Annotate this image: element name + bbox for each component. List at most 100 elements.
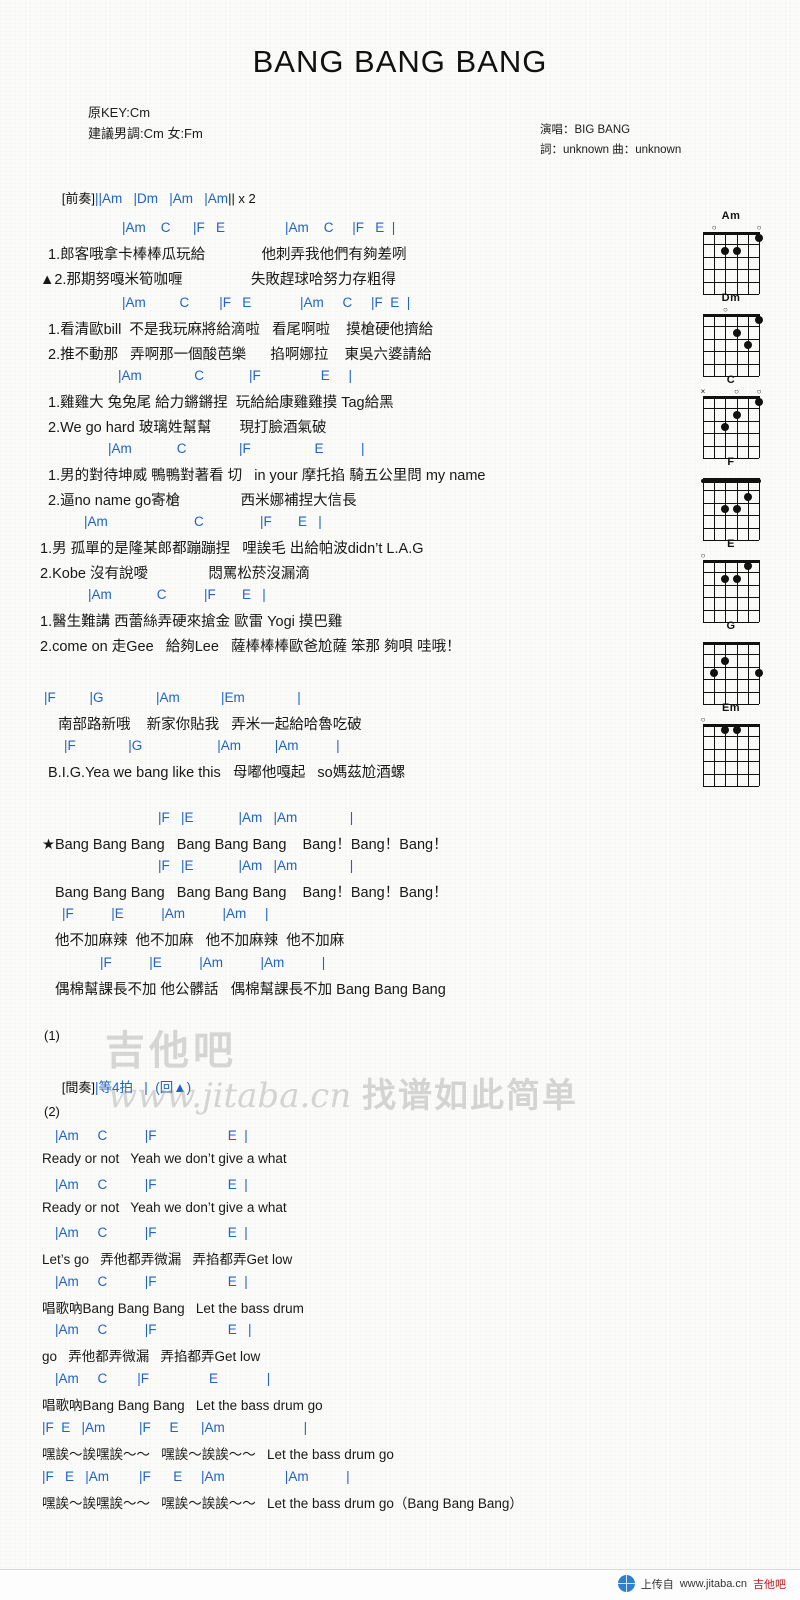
open-string-icon: ○ xyxy=(700,551,706,560)
verse-5-lyric-1: 1.男 孤單的是隆某郎都蹦蹦捏 哩誒毛 出給帕波didn’t L.A.G xyxy=(40,541,424,557)
outro-7-lyric: 嘿誒～誒嘿誒～～ 嘿誒～誒誒～～ Let the bass drum go xyxy=(42,1447,394,1462)
verse-6-chords: |Am C |F E | xyxy=(88,587,266,602)
verse-1-lyric-1: 1.郎客哦拿卡棒棒瓜玩給 他刺弄我他們有夠差咧 xyxy=(48,247,407,263)
finger-dot xyxy=(743,492,752,501)
finger-dot xyxy=(732,726,741,735)
chord-open-mute-marks: ○ xyxy=(700,551,759,560)
chord-diagram-name: C xyxy=(726,374,736,386)
verse-6-lyric-2: 2.come on 走Gee 給夠Lee 薩棒棒棒歐爸尬薩 笨那 夠唄 哇哦！ xyxy=(40,639,461,655)
outro-6-lyric: 唱歌吶Bang Bang Bang Let the bass drum go xyxy=(42,1398,323,1413)
watermark-tagline: 找谱如此简单 xyxy=(362,1076,579,1116)
interlude-number-2: (2) xyxy=(44,1104,60,1119)
finger-dot xyxy=(721,656,730,665)
interlude-number-1: (1) xyxy=(44,1028,60,1043)
open-string-icon: ○ xyxy=(756,387,762,396)
outro-3-chords: |Am C |F E | xyxy=(55,1225,248,1240)
finger-dot xyxy=(732,328,741,337)
outro-1-chords: |Am C |F E | xyxy=(55,1128,248,1143)
chord-diagram-name: E xyxy=(727,538,735,550)
finger-dot xyxy=(732,505,741,513)
open-string-icon: ○ xyxy=(734,387,740,396)
verse-3-lyric-1: 1.雞雞大 兔兔尾 給力鏘鏘捏 玩給給康雞雞摸 Tag給黑 xyxy=(48,395,394,411)
bridge-2-lyric: B.I.G.Yea we bang like this 母嘟他嘎起 so媽茲尬酒… xyxy=(48,765,406,781)
finger-dot xyxy=(743,341,752,349)
outro-3-lyric: Let’s go 弄他都弄微漏 弄掐都弄Get low xyxy=(42,1252,293,1267)
original-key: 原KEY:Cm xyxy=(88,105,151,120)
page-footer: 上传自 www.jitaba.cn 吉他吧 xyxy=(0,1569,800,1600)
chord-diagram-c: C × ○ ○ xyxy=(688,374,774,459)
chord-diagram-e: E ○ xyxy=(688,538,774,623)
verse-1-lyric-2: ▲2.那期努嘎米筍咖喱 失敗趕球哈努力存粗得 xyxy=(40,272,396,288)
finger-dot xyxy=(755,398,763,407)
verse-2-lyric-1: 1.看清歐bill 不是我玩麻將給滴啦 看尾啊啦 摸槍硬他擠給 xyxy=(48,322,434,338)
chord-diagram-am: Am ○ ○ xyxy=(688,210,774,295)
globe-icon xyxy=(617,1575,635,1592)
chorus-2-lyric: Bang Bang Bang Bang Bang Bang Bang！Bang！… xyxy=(55,885,448,901)
chorus-4-chords: |F |E |Am |Am | xyxy=(100,955,326,970)
chord-diagram-name: F xyxy=(727,456,735,468)
open-string-icon: ○ xyxy=(756,223,762,232)
chorus-2-chords: |F |E |Am |Am | xyxy=(158,858,354,873)
intro-line: [前奏]||Am |Dm |Am |Am|| x 2 xyxy=(44,170,256,226)
open-string-icon: ○ xyxy=(700,715,706,724)
footer-site-url[interactable]: www.jitaba.cn xyxy=(680,1578,747,1590)
intro-chords: ||Am |Dm |Am |Am xyxy=(95,191,229,206)
verse-4-lyric-2: 2.逼no name go寄槍 西米娜補捏大信長 xyxy=(48,493,357,509)
outro-4-lyric: 唱歌吶Bang Bang Bang Let the bass drum xyxy=(42,1301,304,1316)
footer-upload-label: 上传自 xyxy=(640,1578,674,1591)
fretboard-grid xyxy=(703,724,760,787)
chord-open-mute-marks: ○ ○ xyxy=(703,223,762,232)
chorus-1-lyric: ★Bang Bang Bang Bang Bang Bang Bang！Bang… xyxy=(42,837,448,853)
outro-5-lyric: go 弄他都弄微漏 弄掐都弄Get low xyxy=(42,1349,261,1364)
artist-line: 演唱：BIG BANG xyxy=(540,124,631,136)
verse-1-chords: |Am C |F E |Am C |F E | xyxy=(122,220,396,235)
verse-4-chords: |Am C |F E | xyxy=(108,441,365,456)
chord-diagram-em: Em ○ xyxy=(688,702,774,787)
outro-2-chords: |Am C |F E | xyxy=(55,1177,248,1192)
verse-3-chords: |Am C |F E | xyxy=(118,368,353,383)
finger-dot xyxy=(710,669,719,677)
bridge-2-chords: |F |G |Am |Am | xyxy=(64,738,340,753)
fretboard-grid xyxy=(703,642,763,705)
verse-2-chords: |Am C |F E |Am C |F E | xyxy=(122,295,411,310)
chord-diagram-name: Em xyxy=(721,702,741,714)
finger-dot xyxy=(721,423,730,431)
outro-7-chords: |F E |Am |F E |Am | xyxy=(42,1420,308,1435)
finger-dot xyxy=(755,316,763,325)
interlude-content: |等4拍 | (回▲) xyxy=(95,1080,192,1095)
barre-bar xyxy=(701,479,761,483)
finger-dot xyxy=(732,410,741,419)
finger-dot xyxy=(732,574,741,583)
chorus-3-lyric: 他不加麻辣 他不加麻 他不加麻辣 他不加麻 xyxy=(55,933,345,949)
bridge-1-chords: |F |G |Am |Em | xyxy=(44,690,301,705)
suggested-key: 建議男調:Cm 女:Fm xyxy=(88,126,203,141)
finger-dot xyxy=(721,505,730,513)
song-sheet: BANG BANG BANG 原KEY:Cm 建議男調:Cm 女:Fm 演唱：B… xyxy=(0,0,800,1600)
fretboard-grid xyxy=(703,396,763,459)
verse-5-lyric-2: 2.Kobe 沒有說噯 悶罵松菸沒漏滴 xyxy=(40,566,310,582)
open-string-icon: ○ xyxy=(711,223,717,232)
verse-6-lyric-1: 1.醫生難講 西蕾絲弄硬來搶金 歐雷 Yogi 摸巴雞 xyxy=(40,614,343,630)
outro-8-lyric: 嘿誒～誒嘿誒～～ 嘿誒～誒誒～～ Let the bass drum go（Ba… xyxy=(42,1496,523,1511)
fretboard-grid xyxy=(703,314,763,377)
chord-diagram-g: G xyxy=(688,620,774,705)
chord-diagram-name: Dm xyxy=(721,292,741,304)
mute-string-icon: × xyxy=(700,387,706,396)
fretboard-grid xyxy=(703,232,763,295)
verse-2-lyric-2: 2.推不動那 弄啊那一個酸芭樂 掐啊娜拉 東吳六婆請給 xyxy=(48,347,432,363)
outro-4-chords: |Am C |F E | xyxy=(55,1274,248,1289)
intro-repeat: || x 2 xyxy=(228,191,256,206)
chord-open-mute-marks: ○ xyxy=(700,715,759,724)
fretboard-grid xyxy=(703,560,760,623)
chord-open-mute-marks: ○ xyxy=(703,306,759,314)
outro-5-chords: |Am C |F E | xyxy=(55,1322,252,1337)
outro-1-lyric: Ready or not Yeah we don’t give a what xyxy=(42,1151,287,1166)
chord-open-mute-marks xyxy=(703,470,759,478)
credits: 演唱：BIG BANG 詞：unknown 曲：unknown xyxy=(540,120,681,160)
open-string-icon: ○ xyxy=(722,305,728,314)
verse-3-lyric-2: 2.We go hard 玻璃姓幫幫 現打臉酒氣破 xyxy=(48,420,327,436)
outro-8-chords: |F E |Am |F E |Am |Am | xyxy=(42,1469,350,1484)
page-title: BANG BANG BANG xyxy=(252,44,548,79)
chord-diagram-f: F xyxy=(688,456,774,541)
interlude-line: [間奏]|等4拍 | (回▲) xyxy=(44,1058,191,1115)
